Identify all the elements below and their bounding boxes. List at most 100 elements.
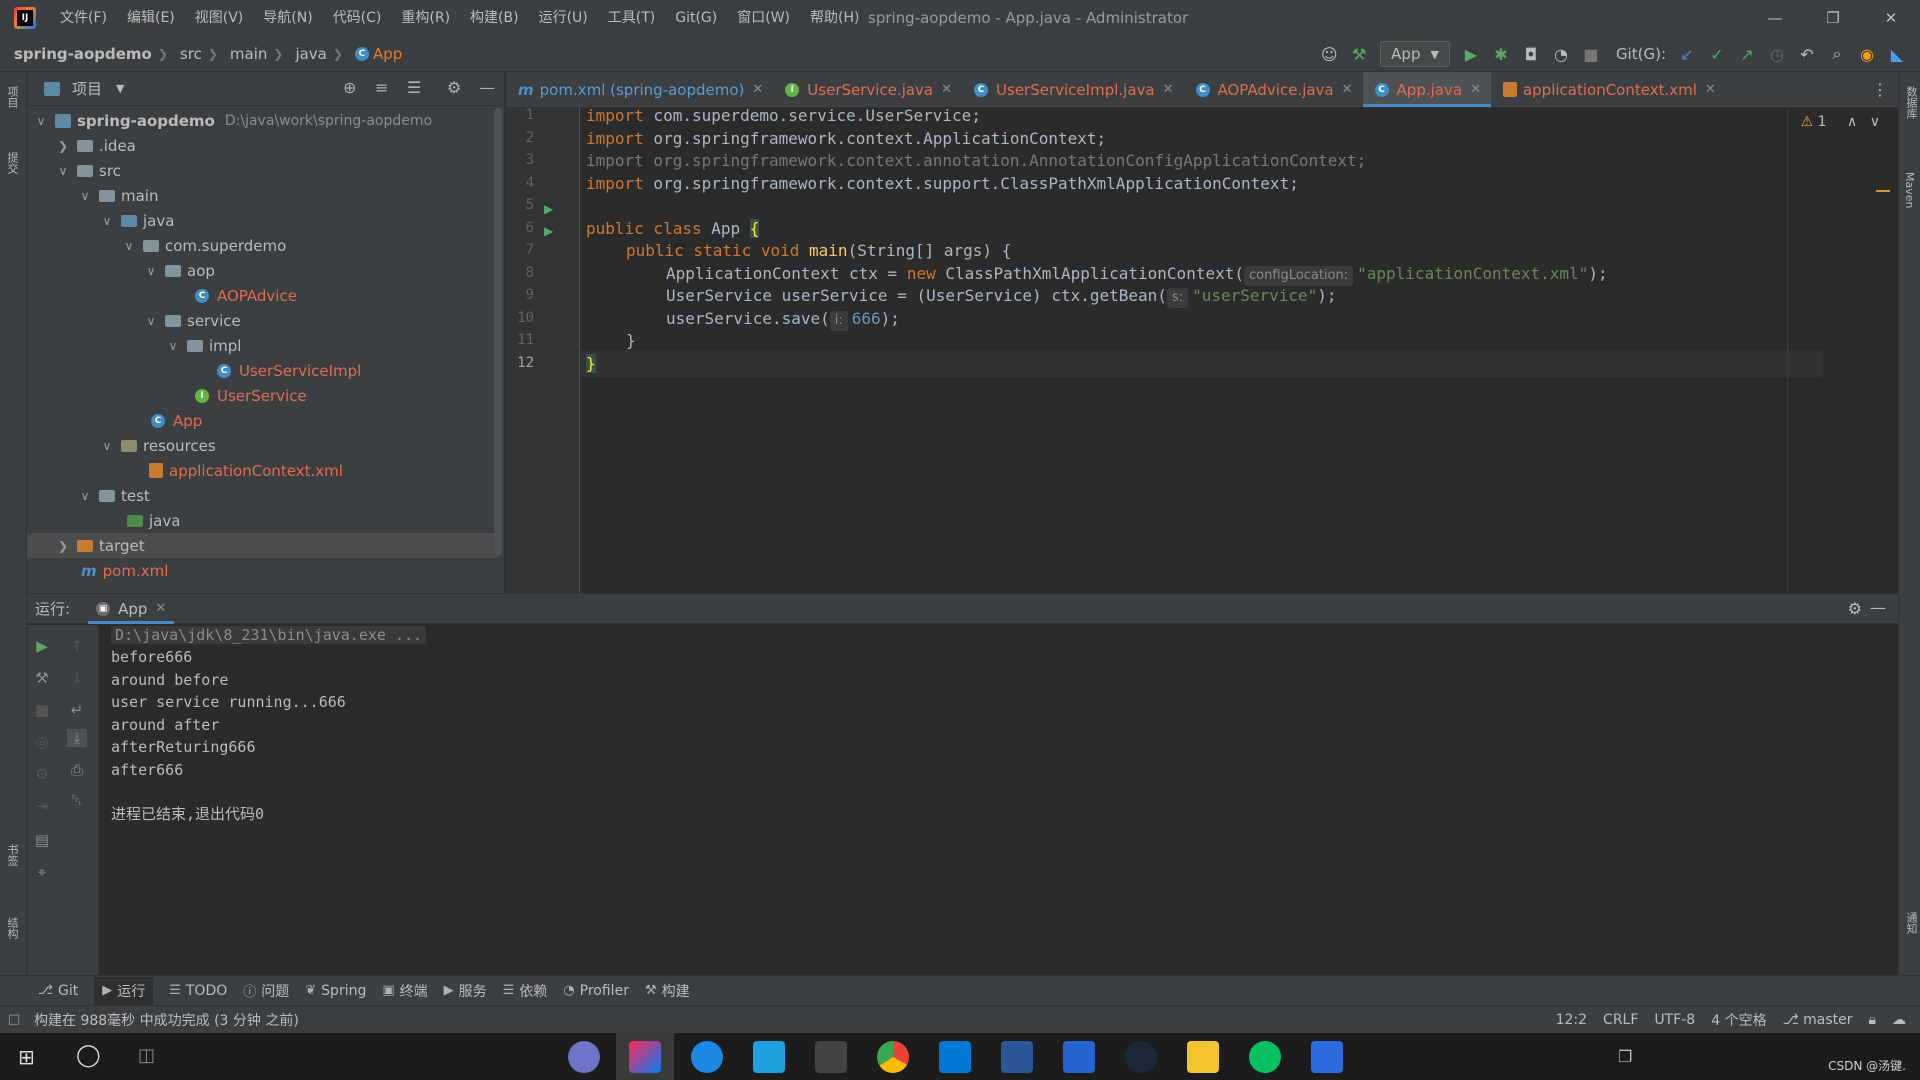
tree-item-test[interactable]: ∨ test bbox=[27, 483, 497, 508]
tab-app[interactable]: C App.java ✕ bbox=[1362, 72, 1492, 107]
tree-item-service[interactable]: ∨ service bbox=[27, 308, 497, 333]
exit-icon[interactable]: ⇥ bbox=[32, 797, 52, 815]
trash-icon[interactable]: ␡ bbox=[67, 791, 87, 809]
close-icon[interactable]: ✕ bbox=[941, 82, 952, 97]
close-icon[interactable]: ✕ bbox=[155, 601, 166, 616]
task-view-icon[interactable]: ◫ bbox=[138, 1045, 155, 1066]
tool-services[interactable]: ▶ 服务 bbox=[444, 981, 487, 1001]
close-icon[interactable]: ✕ bbox=[1342, 82, 1353, 97]
tool-git[interactable]: ⎇ Git bbox=[38, 983, 78, 999]
breadcrumb-main[interactable]: main bbox=[218, 45, 267, 63]
todo-app-icon[interactable] bbox=[1063, 1041, 1095, 1073]
eclipse-app-icon[interactable] bbox=[568, 1041, 600, 1073]
user-icon[interactable]: ☺ bbox=[1314, 45, 1344, 64]
chevron-down-icon[interactable]: ∨ bbox=[1870, 114, 1880, 130]
tool-spring[interactable]: ❦ Spring bbox=[305, 983, 366, 999]
cloud-icon[interactable]: ☁ bbox=[1892, 1012, 1906, 1028]
file-encoding[interactable]: UTF-8 bbox=[1654, 1012, 1695, 1028]
rollback-icon[interactable]: ↶ bbox=[1792, 45, 1822, 64]
menu-edit[interactable]: 编辑(E) bbox=[117, 0, 185, 36]
tab-applicationcontext[interactable]: applicationContext.xml ✕ bbox=[1491, 72, 1726, 107]
run-icon[interactable]: ▶ bbox=[1456, 45, 1486, 64]
more-tabs-icon[interactable]: ⋮ bbox=[1872, 80, 1888, 99]
collapse-all-icon[interactable]: ☰ bbox=[407, 78, 421, 97]
windows-start-icon[interactable]: ⊞ bbox=[18, 1045, 35, 1069]
browser-app-icon[interactable] bbox=[691, 1041, 723, 1073]
git-update-icon[interactable]: ↙ bbox=[1672, 45, 1702, 64]
vscode-app-icon[interactable] bbox=[939, 1041, 971, 1073]
scroll-to-end-icon[interactable]: ⤓ bbox=[67, 729, 87, 747]
tree-item-project-root[interactable]: ∨ spring-aopdemo D:\java\work\spring-aop… bbox=[27, 108, 497, 133]
tab-aopadvice[interactable]: C AOPAdvice.java ✕ bbox=[1184, 72, 1363, 107]
soft-wrap-icon[interactable]: ↵ bbox=[67, 701, 87, 719]
line-number[interactable]: 12 bbox=[506, 350, 534, 377]
history-icon[interactable]: ◷ bbox=[1762, 45, 1792, 64]
git-push-icon[interactable]: ↗ bbox=[1732, 45, 1762, 64]
settings-icon[interactable]: ⚙ bbox=[32, 765, 52, 783]
chevron-down-icon[interactable]: ▼ bbox=[116, 82, 124, 95]
git-branch[interactable]: ⎇ master bbox=[1783, 1012, 1853, 1028]
app-icon[interactable] bbox=[753, 1041, 785, 1073]
caret-position[interactable]: 12:2 bbox=[1556, 1012, 1587, 1028]
hide-panel-icon[interactable]: — bbox=[1870, 598, 1886, 617]
terminal-app-icon[interactable] bbox=[815, 1041, 847, 1073]
status-message[interactable]: 构建在 988毫秒 中成功完成 (3 分钟 之前) bbox=[34, 1010, 299, 1030]
steam-app-icon[interactable] bbox=[1125, 1041, 1157, 1073]
tree-item-resources[interactable]: ∨ resources bbox=[27, 433, 497, 458]
tab-userserviceimpl[interactable]: C UserServiceImpl.java ✕ bbox=[962, 72, 1183, 107]
expand-all-icon[interactable]: ≡ bbox=[375, 78, 388, 97]
tree-item-package[interactable]: ∨ com.superdemo bbox=[27, 233, 497, 258]
close-icon[interactable]: ✕ bbox=[1163, 82, 1174, 97]
print-icon[interactable]: ⎙ bbox=[67, 761, 87, 779]
tool-bookmarks[interactable]: 书签 bbox=[4, 844, 20, 866]
rerun-icon[interactable]: ▶ bbox=[32, 637, 52, 655]
tool-problems[interactable]: ⓘ 问题 bbox=[243, 981, 289, 1001]
close-icon[interactable]: ✕ bbox=[1705, 82, 1716, 97]
tool-commit[interactable]: 提交 bbox=[4, 152, 20, 174]
close-icon[interactable]: ✕ bbox=[752, 82, 763, 97]
tree-item-src[interactable]: ∨ src bbox=[27, 158, 497, 183]
menu-file[interactable]: 文件(F) bbox=[50, 0, 117, 36]
coverage-icon[interactable]: ◘ bbox=[1516, 45, 1546, 64]
tool-maven[interactable]: Maven bbox=[1903, 172, 1916, 208]
search-icon[interactable]: ⌕ bbox=[1822, 44, 1852, 64]
update-icon[interactable]: ◉ bbox=[1852, 45, 1882, 64]
project-panel-title[interactable]: 项目 bbox=[72, 78, 102, 99]
layout-icon[interactable]: ▤ bbox=[32, 831, 52, 849]
tree-item-app[interactable]: C App bbox=[27, 408, 497, 433]
tool-run[interactable]: ▶ 运行 bbox=[94, 976, 154, 1005]
hide-panel-icon[interactable]: — bbox=[479, 78, 495, 97]
media-app-icon[interactable] bbox=[1311, 1041, 1343, 1073]
tool-build[interactable]: ⚒ 构建 bbox=[645, 981, 690, 1001]
chrome-app-icon[interactable] bbox=[877, 1041, 909, 1073]
tree-item-java[interactable]: ∨ java bbox=[27, 208, 497, 233]
build-hammer-icon[interactable]: ⚒ bbox=[1344, 45, 1374, 64]
intellij-logo-icon[interactable] bbox=[14, 7, 36, 29]
breadcrumb-src[interactable]: src bbox=[168, 45, 202, 63]
tree-item-userservice[interactable]: I UserService bbox=[27, 383, 497, 408]
project-scrollbar[interactable] bbox=[494, 108, 502, 556]
lock-icon[interactable]: 🔒︎ bbox=[1869, 1012, 1876, 1028]
debug-icon[interactable]: ✱ bbox=[1486, 45, 1516, 64]
menu-navigate[interactable]: 导航(N) bbox=[253, 0, 322, 36]
menu-run[interactable]: 运行(U) bbox=[529, 0, 598, 36]
code-editor[interactable]: 1 2 3 4 5 6 7 8 9 10 11 12 ▶ ▶ import com.superdemo… bbox=[506, 106, 1898, 593]
menu-git[interactable]: Git(G) bbox=[665, 0, 727, 36]
tool-project[interactable]: 项目 bbox=[4, 86, 20, 108]
tool-dependencies[interactable]: ☰ 依赖 bbox=[503, 981, 548, 1001]
inspection-widget[interactable]: ⚠ 1 ∧ ∨ bbox=[1801, 114, 1880, 130]
run-main-icon[interactable]: ▶ bbox=[544, 224, 553, 238]
close-window-icon[interactable]: ✕ bbox=[1862, 0, 1920, 36]
tree-item-pom[interactable]: m pom.xml bbox=[27, 558, 497, 583]
breadcrumb-java[interactable]: java bbox=[283, 45, 326, 63]
locate-icon[interactable]: ⊕ bbox=[343, 78, 356, 97]
stop-icon[interactable]: ■ bbox=[1576, 45, 1606, 64]
git-commit-icon[interactable]: ✓ bbox=[1702, 45, 1732, 64]
menu-help[interactable]: 帮助(H) bbox=[800, 0, 869, 36]
menu-tools[interactable]: 工具(T) bbox=[598, 0, 665, 36]
tree-item-target[interactable]: ❯ target bbox=[27, 533, 497, 558]
menu-window[interactable]: 窗口(W) bbox=[727, 0, 800, 36]
action-center-icon[interactable]: ❐ bbox=[1618, 1047, 1632, 1066]
plugin-icon[interactable]: ◣ bbox=[1882, 45, 1912, 64]
minimize-icon[interactable]: — bbox=[1746, 0, 1804, 36]
